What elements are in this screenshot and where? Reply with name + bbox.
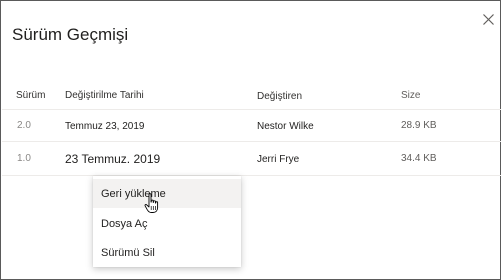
version-cell: 2.0 bbox=[17, 120, 31, 131]
row-separator bbox=[2, 141, 501, 142]
column-header-modified-date[interactable]: Değiştirilme Tarihi bbox=[65, 90, 144, 101]
column-header-modified-by[interactable]: Değiştiren bbox=[257, 91, 302, 102]
modified-by-cell: Nestor Wilke bbox=[257, 121, 314, 132]
date-cell: 23 Temmuz. 2019 bbox=[65, 152, 161, 166]
size-cell: 28.9 KB bbox=[401, 120, 437, 131]
row-separator bbox=[2, 175, 501, 176]
date-cell: Temmuz 23, 2019 bbox=[65, 121, 145, 132]
menu-item-restore[interactable]: Geri yükleme bbox=[93, 179, 241, 208]
size-cell: 34.4 KB bbox=[401, 153, 437, 164]
version-history-dialog: Sürüm Geçmişi Sürüm Değiştirilme Tarihi … bbox=[0, 0, 501, 280]
column-header-size[interactable]: Size bbox=[401, 90, 420, 101]
header-separator bbox=[2, 109, 501, 110]
version-cell: 1.0 bbox=[17, 153, 31, 164]
modified-by-cell: Jerri Frye bbox=[257, 154, 300, 165]
column-header-version[interactable]: Sürüm bbox=[16, 90, 45, 101]
menu-item-delete-version[interactable]: Sürümü Sil bbox=[93, 238, 241, 267]
close-icon bbox=[482, 13, 494, 25]
version-context-menu: Geri yükleme Dosya Aç Sürümü Sil bbox=[93, 176, 241, 267]
menu-item-open-file[interactable]: Dosya Aç bbox=[93, 209, 241, 238]
dialog-title: Sürüm Geçmişi bbox=[12, 25, 129, 44]
close-button[interactable] bbox=[479, 10, 497, 28]
